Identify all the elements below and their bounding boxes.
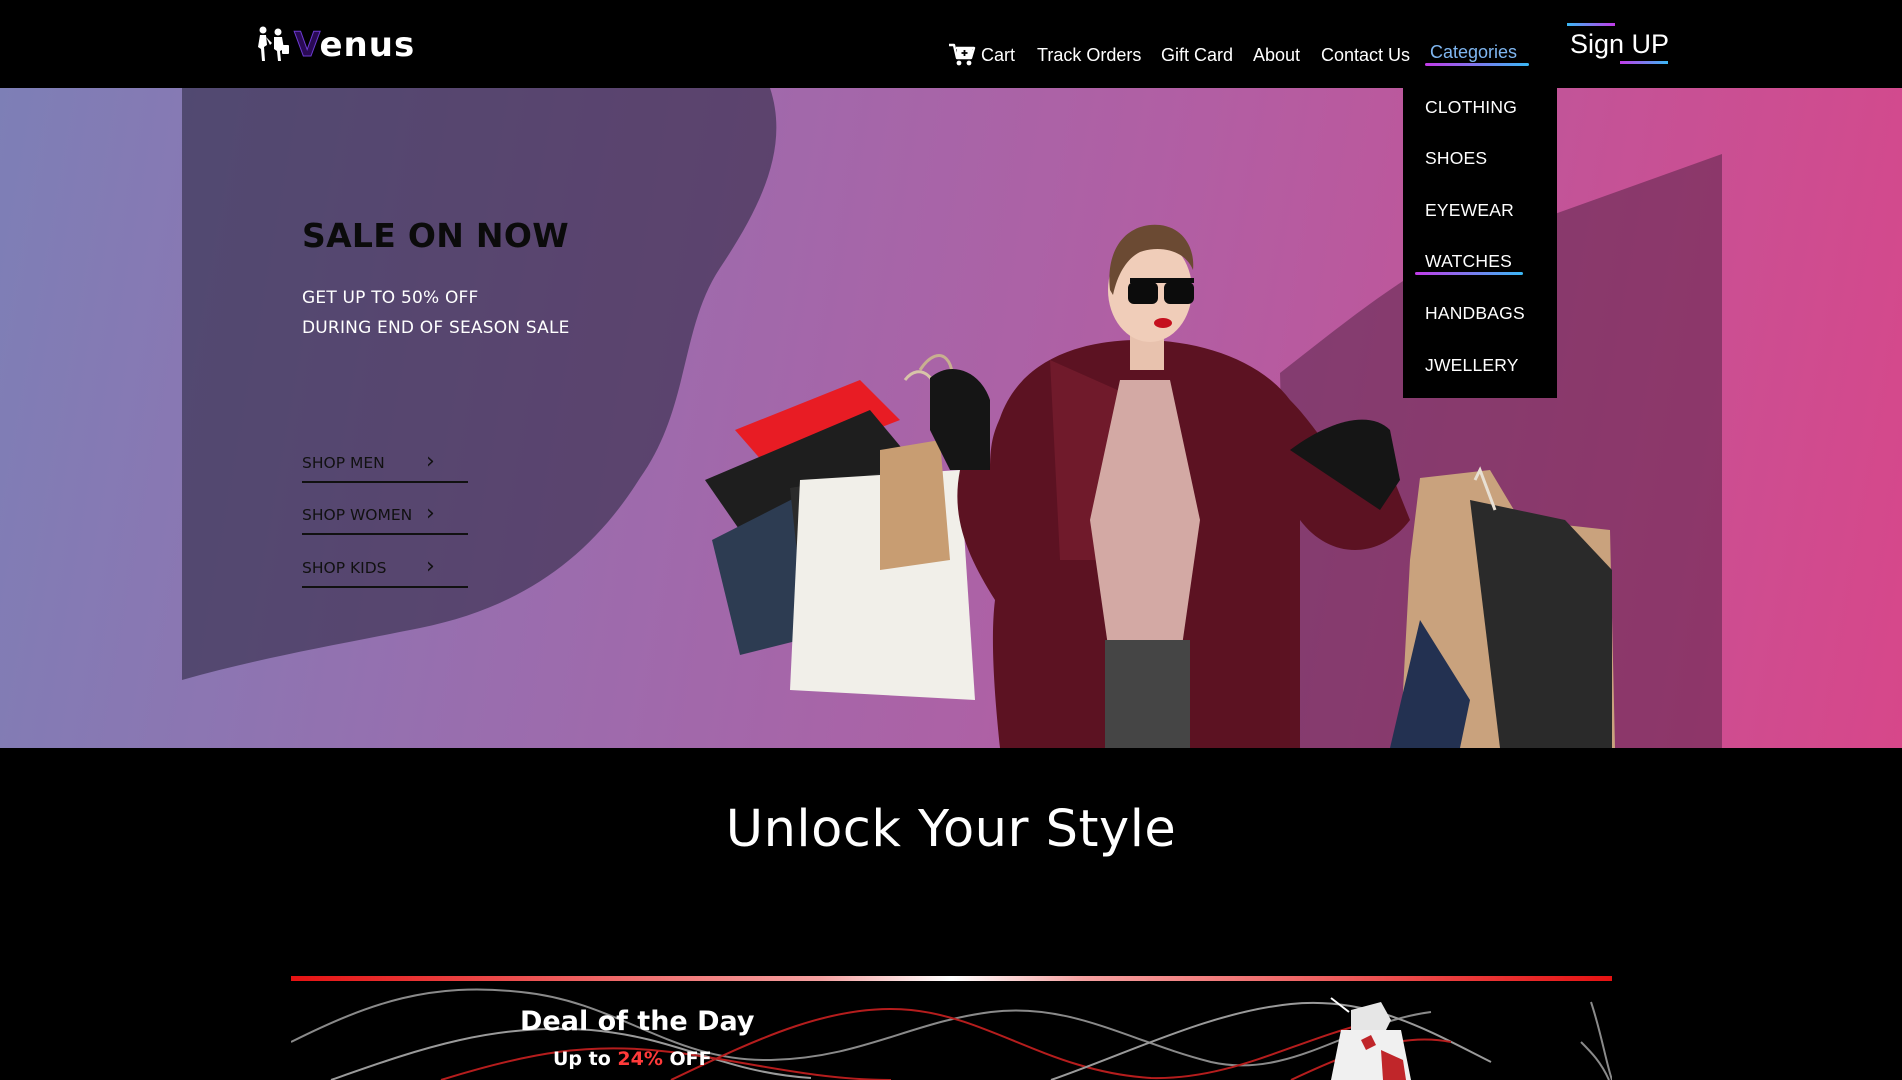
sale-title: SALE ON NOW <box>302 216 569 255</box>
deal-of-the-day-card[interactable] <box>291 982 1612 1080</box>
category-watches[interactable]: WATCHES <box>1425 250 1512 272</box>
shop-men-label: SHOP MEN <box>302 454 385 472</box>
nav-gift-card[interactable]: Gift Card <box>1161 44 1233 66</box>
category-eyewear[interactable]: EYEWEAR <box>1425 199 1514 221</box>
chevron-right-icon: › <box>426 554 435 579</box>
chevron-right-icon: › <box>426 501 435 526</box>
shop-women-link[interactable]: SHOP WOMEN › <box>302 503 468 535</box>
shoppers-logo-icon <box>258 26 289 61</box>
deal-top-bar <box>291 976 1612 981</box>
signup-top-accent <box>1567 23 1615 26</box>
shop-kids-link[interactable]: SHOP KIDS › <box>302 556 468 588</box>
sale-line-2: DURING END OF SEASON SALE <box>302 318 570 338</box>
category-shoes[interactable]: SHOES <box>1425 147 1487 169</box>
sneaker-image <box>1330 997 1411 1080</box>
deal-percent: 24% <box>617 1048 663 1070</box>
sale-line-1: GET UP TO 50% OFF <box>302 288 479 308</box>
category-handbags[interactable]: HANDBAGS <box>1425 302 1525 324</box>
shop-men-link[interactable]: SHOP MEN › <box>302 451 468 483</box>
brand-logo[interactable]: Venus <box>252 24 415 66</box>
nav-cart[interactable]: Cart <box>981 44 1015 66</box>
watches-hover-underline <box>1415 272 1523 275</box>
cart-icon[interactable] <box>948 42 976 68</box>
deal-title: Deal of the Day <box>520 1006 755 1037</box>
chevron-right-icon: › <box>426 449 435 474</box>
deal-subtitle: Up to 24% OFF <box>553 1048 712 1070</box>
page: Venus Cart Track Orders Gift Card About … <box>0 0 1902 1080</box>
nav-categories[interactable]: Categories <box>1430 41 1517 63</box>
nav-about[interactable]: About <box>1253 44 1300 66</box>
nav-track-orders[interactable]: Track Orders <box>1037 44 1141 66</box>
shop-women-label: SHOP WOMEN <box>302 506 413 524</box>
categories-underline <box>1425 63 1529 66</box>
shop-kids-label: SHOP KIDS <box>302 559 387 577</box>
section-title: Unlock Your Style <box>725 800 1177 859</box>
hero-banner: SALE ON NOW GET UP TO 50% OFF DURING END… <box>0 88 1902 748</box>
nav-contact-us[interactable]: Contact Us <box>1321 44 1410 66</box>
categories-dropdown: CLOTHING SHOES EYEWEAR WATCHES HANDBAGS … <box>1403 88 1557 398</box>
signup-button[interactable]: Sign UP <box>1570 28 1669 60</box>
brand-name: Venus <box>293 25 416 66</box>
navbar: Venus Cart Track Orders Gift Card About … <box>0 0 1902 88</box>
signup-bottom-accent <box>1620 61 1668 64</box>
category-clothing[interactable]: CLOTHING <box>1425 96 1517 118</box>
category-jwellery[interactable]: JWELLERY <box>1425 354 1519 376</box>
